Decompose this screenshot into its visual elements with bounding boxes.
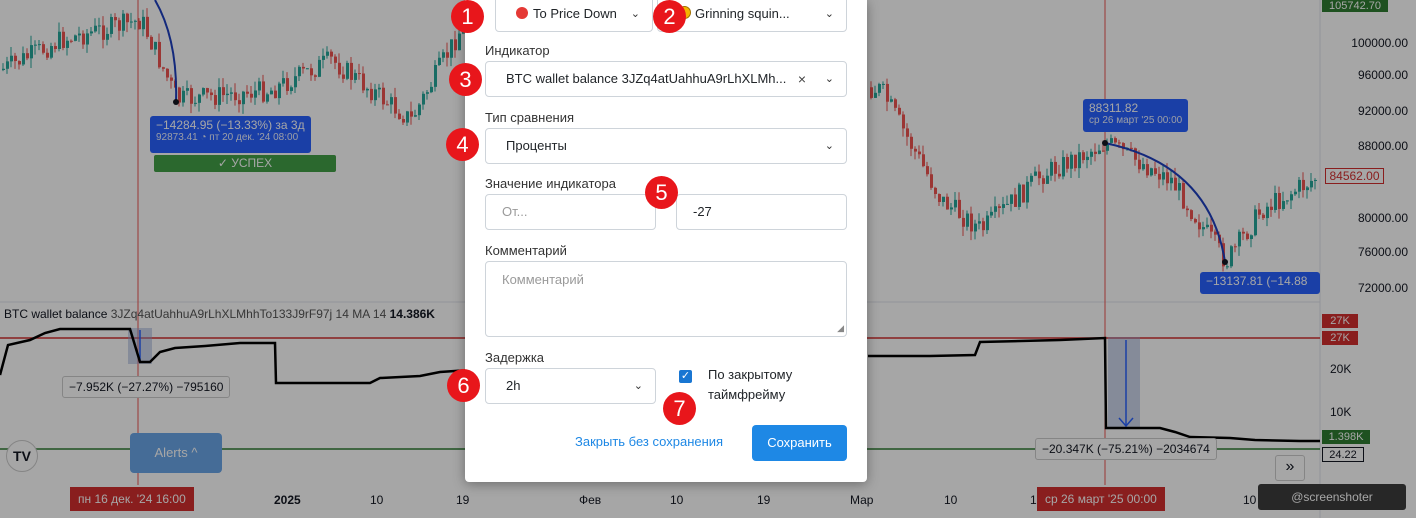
callout-badge: 7: [663, 392, 696, 425]
comment-textarea[interactable]: Комментарий ◢: [485, 261, 847, 337]
close-without-saving-button[interactable]: Закрыть без сохранения: [575, 434, 723, 449]
callout-badge: 6: [447, 369, 480, 402]
indicator-select-value: BTC wallet balance 3JZq4atUahhuA9rLhXLMh…: [506, 71, 787, 86]
comment-label: Комментарий: [485, 243, 567, 258]
value-from-input[interactable]: От...: [485, 194, 656, 230]
indicator-label: Индикатор: [485, 43, 550, 58]
delay-label: Задержка: [485, 350, 545, 365]
save-button[interactable]: Сохранить: [752, 425, 847, 461]
closed-timeframe-label[interactable]: По закрытому таймфрейму: [708, 365, 818, 405]
callout-badge: 3: [449, 63, 482, 96]
callout-badge: 5: [645, 176, 678, 209]
compare-type-value: Проценты: [506, 138, 567, 153]
compare-type-select[interactable]: Проценты ⌄: [485, 128, 847, 164]
direction-select[interactable]: To Price Down ⌄: [495, 0, 653, 32]
resize-handle-icon[interactable]: ◢: [837, 323, 844, 334]
chevron-down-icon: ⌄: [824, 73, 834, 85]
callout-badge: 1: [451, 0, 484, 33]
chevron-down-icon: ⌄: [824, 8, 834, 20]
delay-select-value: 2h: [506, 378, 521, 393]
indicator-value-label: Значение индикатора: [485, 176, 616, 191]
clear-icon[interactable]: ×: [798, 62, 806, 96]
emoji-select-value: Grinning squin...: [695, 6, 790, 21]
callout-badge: 2: [653, 0, 686, 33]
comment-placeholder: Комментарий: [502, 272, 584, 287]
direction-select-value: To Price Down: [533, 6, 617, 21]
indicator-select[interactable]: BTC wallet balance 3JZq4atUahhuA9rLhXLMh…: [485, 61, 847, 97]
value-to-input[interactable]: -27: [676, 194, 847, 230]
chevron-down-icon: ⌄: [824, 140, 834, 152]
compare-type-label: Тип сравнения: [485, 110, 575, 125]
callout-badge: 4: [446, 128, 479, 161]
closed-timeframe-checkbox[interactable]: ✓: [679, 370, 692, 383]
delay-select[interactable]: 2h ⌄: [485, 368, 656, 404]
chevron-down-icon: ⌄: [630, 8, 640, 20]
chevron-down-icon: ⌄: [633, 380, 643, 392]
red-circle-icon: [516, 7, 528, 19]
